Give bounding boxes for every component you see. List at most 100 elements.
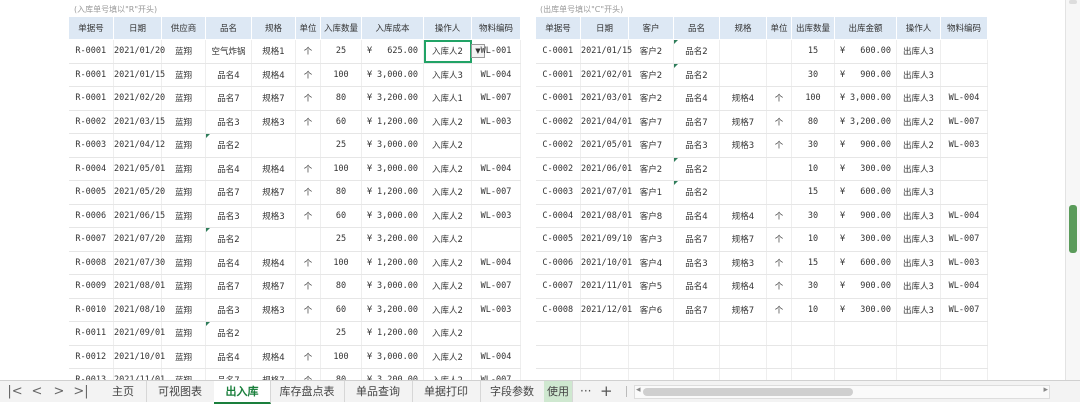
inbound-cell-date[interactable]: 2021/10/01 xyxy=(113,345,165,369)
empty-cell[interactable] xyxy=(791,321,835,346)
outbound-cell-qty[interactable]: 15 xyxy=(791,180,835,205)
empty-cell[interactable] xyxy=(580,368,629,380)
inbound-cell-product[interactable]: 品名4 xyxy=(205,251,252,275)
inbound-cell-qty[interactable]: 60 xyxy=(320,298,362,322)
inbound-cell-product[interactable]: 品名2 xyxy=(205,227,252,252)
outbound-cell-date[interactable]: 2021/09/10 xyxy=(580,227,632,252)
inbound-cell-operator[interactable]: 入库人2 xyxy=(423,345,472,369)
outbound-cell-id[interactable]: C-0003 xyxy=(535,180,581,205)
inbound-cell-id[interactable]: R-0012 xyxy=(68,345,114,369)
outbound-cell-id[interactable]: C-0004 xyxy=(535,204,581,228)
inbound-cell-supplier[interactable]: 蓝翔 xyxy=(161,321,206,346)
outbound-cell-id[interactable]: C-0001 xyxy=(535,63,581,87)
inbound-cell-date[interactable]: 2021/03/15 xyxy=(113,110,165,134)
outbound-cell-unit[interactable]: 个 xyxy=(766,227,792,252)
inbound-cell-product[interactable]: 品名3 xyxy=(205,110,252,134)
inbound-cell-operator[interactable]: 入库人2 xyxy=(423,204,472,228)
outbound-cell-date[interactable]: 2021/05/01 xyxy=(580,133,632,158)
inbound-cell-code[interactable]: WL-007 xyxy=(471,180,521,205)
outbound-cell-customer[interactable]: 客户1 xyxy=(628,180,674,205)
outbound-cell-customer[interactable]: 客户2 xyxy=(628,39,674,64)
inbound-cell-money[interactable]: ¥3,000.00 xyxy=(361,274,424,299)
inbound-cell-spec[interactable]: 规格3 xyxy=(251,298,296,322)
outbound-cell-id[interactable]: C-0005 xyxy=(535,227,581,252)
inbound-cell-spec[interactable]: 规格3 xyxy=(251,110,296,134)
inbound-cell-spec[interactable]: 规格4 xyxy=(251,251,296,275)
inbound-cell-product[interactable]: 品名7 xyxy=(205,274,252,299)
inbound-cell-date[interactable]: 2021/01/20 xyxy=(113,39,165,64)
outbound-cell-id[interactable]: C-0002 xyxy=(535,157,581,181)
inbound-cell-spec[interactable]: 规格7 xyxy=(251,368,296,380)
inbound-cell-id[interactable]: R-0008 xyxy=(68,251,114,275)
outbound-cell-operator[interactable]: 出库人2 xyxy=(896,133,941,158)
inbound-cell-date[interactable]: 2021/07/30 xyxy=(113,251,165,275)
inbound-cell-unit[interactable]: 个 xyxy=(295,157,321,181)
inbound-cell-money[interactable]: ¥1,200.00 xyxy=(361,321,424,346)
outbound-cell-id[interactable]: C-0006 xyxy=(535,251,581,275)
outbound-cell-qty[interactable]: 30 xyxy=(791,133,835,158)
outbound-cell-qty[interactable]: 30 xyxy=(791,274,835,299)
inbound-cell-product[interactable]: 品名3 xyxy=(205,204,252,228)
inbound-cell-spec[interactable] xyxy=(251,227,296,252)
inbound-cell-qty[interactable]: 100 xyxy=(320,345,362,369)
inbound-cell-operator[interactable]: 入库人2 xyxy=(423,298,472,322)
first-sheet-icon[interactable]: |< xyxy=(4,381,26,402)
outbound-cell-date[interactable]: 2021/12/01 xyxy=(580,298,632,322)
outbound-cell-code[interactable] xyxy=(940,180,988,205)
outbound-cell-spec[interactable]: 规格7 xyxy=(719,227,767,252)
sheet-tab[interactable]: 字段参数 xyxy=(480,381,545,402)
inbound-cell-unit[interactable]: 个 xyxy=(295,368,321,380)
outbound-cell-spec[interactable]: 规格4 xyxy=(719,86,767,111)
inbound-cell-supplier[interactable]: 蓝翔 xyxy=(161,39,206,64)
inbound-cell-unit[interactable] xyxy=(295,321,321,346)
empty-cell[interactable] xyxy=(834,321,897,346)
outbound-cell-unit[interactable] xyxy=(766,180,792,205)
inbound-cell-money[interactable]: ¥625.00 xyxy=(361,39,424,64)
empty-cell[interactable] xyxy=(766,368,792,380)
outbound-cell-date[interactable]: 2021/02/01 xyxy=(580,63,632,87)
outbound-cell-unit[interactable]: 个 xyxy=(766,86,792,111)
outbound-cell-unit[interactable]: 个 xyxy=(766,133,792,158)
sheet-tab[interactable]: 使用说 xyxy=(544,381,573,402)
inbound-cell-spec[interactable]: 规格7 xyxy=(251,86,296,111)
outbound-cell-unit[interactable]: 个 xyxy=(766,298,792,322)
inbound-cell-id[interactable]: R-0001 xyxy=(68,63,114,87)
inbound-cell-qty[interactable]: 25 xyxy=(320,321,362,346)
outbound-cell-unit[interactable] xyxy=(766,39,792,64)
inbound-cell-qty[interactable]: 80 xyxy=(320,86,362,111)
inbound-cell-date[interactable]: 2021/07/20 xyxy=(113,227,165,252)
inbound-cell-money[interactable]: ¥3,200.00 xyxy=(361,298,424,322)
outbound-cell-date[interactable]: 2021/08/01 xyxy=(580,204,632,228)
inbound-cell-id[interactable]: R-0005 xyxy=(68,180,114,205)
inbound-cell-unit[interactable]: 个 xyxy=(295,251,321,275)
outbound-cell-money[interactable]: ¥3,000.00 xyxy=(834,86,897,111)
outbound-cell-money[interactable]: ¥900.00 xyxy=(834,63,897,87)
outbound-cell-unit[interactable]: 个 xyxy=(766,110,792,134)
inbound-cell-spec[interactable]: 规格4 xyxy=(251,345,296,369)
inbound-cell-date[interactable]: 2021/09/01 xyxy=(113,321,165,346)
empty-cell[interactable] xyxy=(834,345,897,369)
inbound-cell-code[interactable]: WL-004 xyxy=(471,63,521,87)
outbound-cell-product[interactable]: 品名7 xyxy=(673,298,720,322)
outbound-cell-customer[interactable]: 客户2 xyxy=(628,157,674,181)
inbound-cell-money[interactable]: ¥3,200.00 xyxy=(361,86,424,111)
vertical-scrollbar[interactable] xyxy=(1065,0,1080,380)
outbound-cell-spec[interactable]: 规格7 xyxy=(719,298,767,322)
outbound-cell-id[interactable]: C-0008 xyxy=(535,298,581,322)
outbound-cell-spec[interactable]: 规格7 xyxy=(719,110,767,134)
outbound-cell-money[interactable]: ¥300.00 xyxy=(834,157,897,181)
inbound-cell-unit[interactable]: 个 xyxy=(295,298,321,322)
outbound-cell-qty[interactable]: 10 xyxy=(791,298,835,322)
inbound-cell-money[interactable]: ¥3,000.00 xyxy=(361,63,424,87)
inbound-cell-operator[interactable]: 入库人2 xyxy=(423,157,472,181)
outbound-cell-spec[interactable] xyxy=(719,39,767,64)
outbound-cell-code[interactable]: WL-003 xyxy=(940,251,988,275)
inbound-cell-supplier[interactable]: 蓝翔 xyxy=(161,63,206,87)
scroll-right-icon[interactable]: ▸ xyxy=(1043,385,1048,395)
inbound-cell-money[interactable]: ¥1,200.00 xyxy=(361,251,424,275)
outbound-cell-id[interactable]: C-0001 xyxy=(535,86,581,111)
outbound-cell-operator[interactable]: 出库人3 xyxy=(896,204,941,228)
inbound-cell-code[interactable]: WL-007 xyxy=(471,368,521,380)
empty-cell[interactable] xyxy=(791,345,835,369)
inbound-cell-date[interactable]: 2021/08/01 xyxy=(113,274,165,299)
